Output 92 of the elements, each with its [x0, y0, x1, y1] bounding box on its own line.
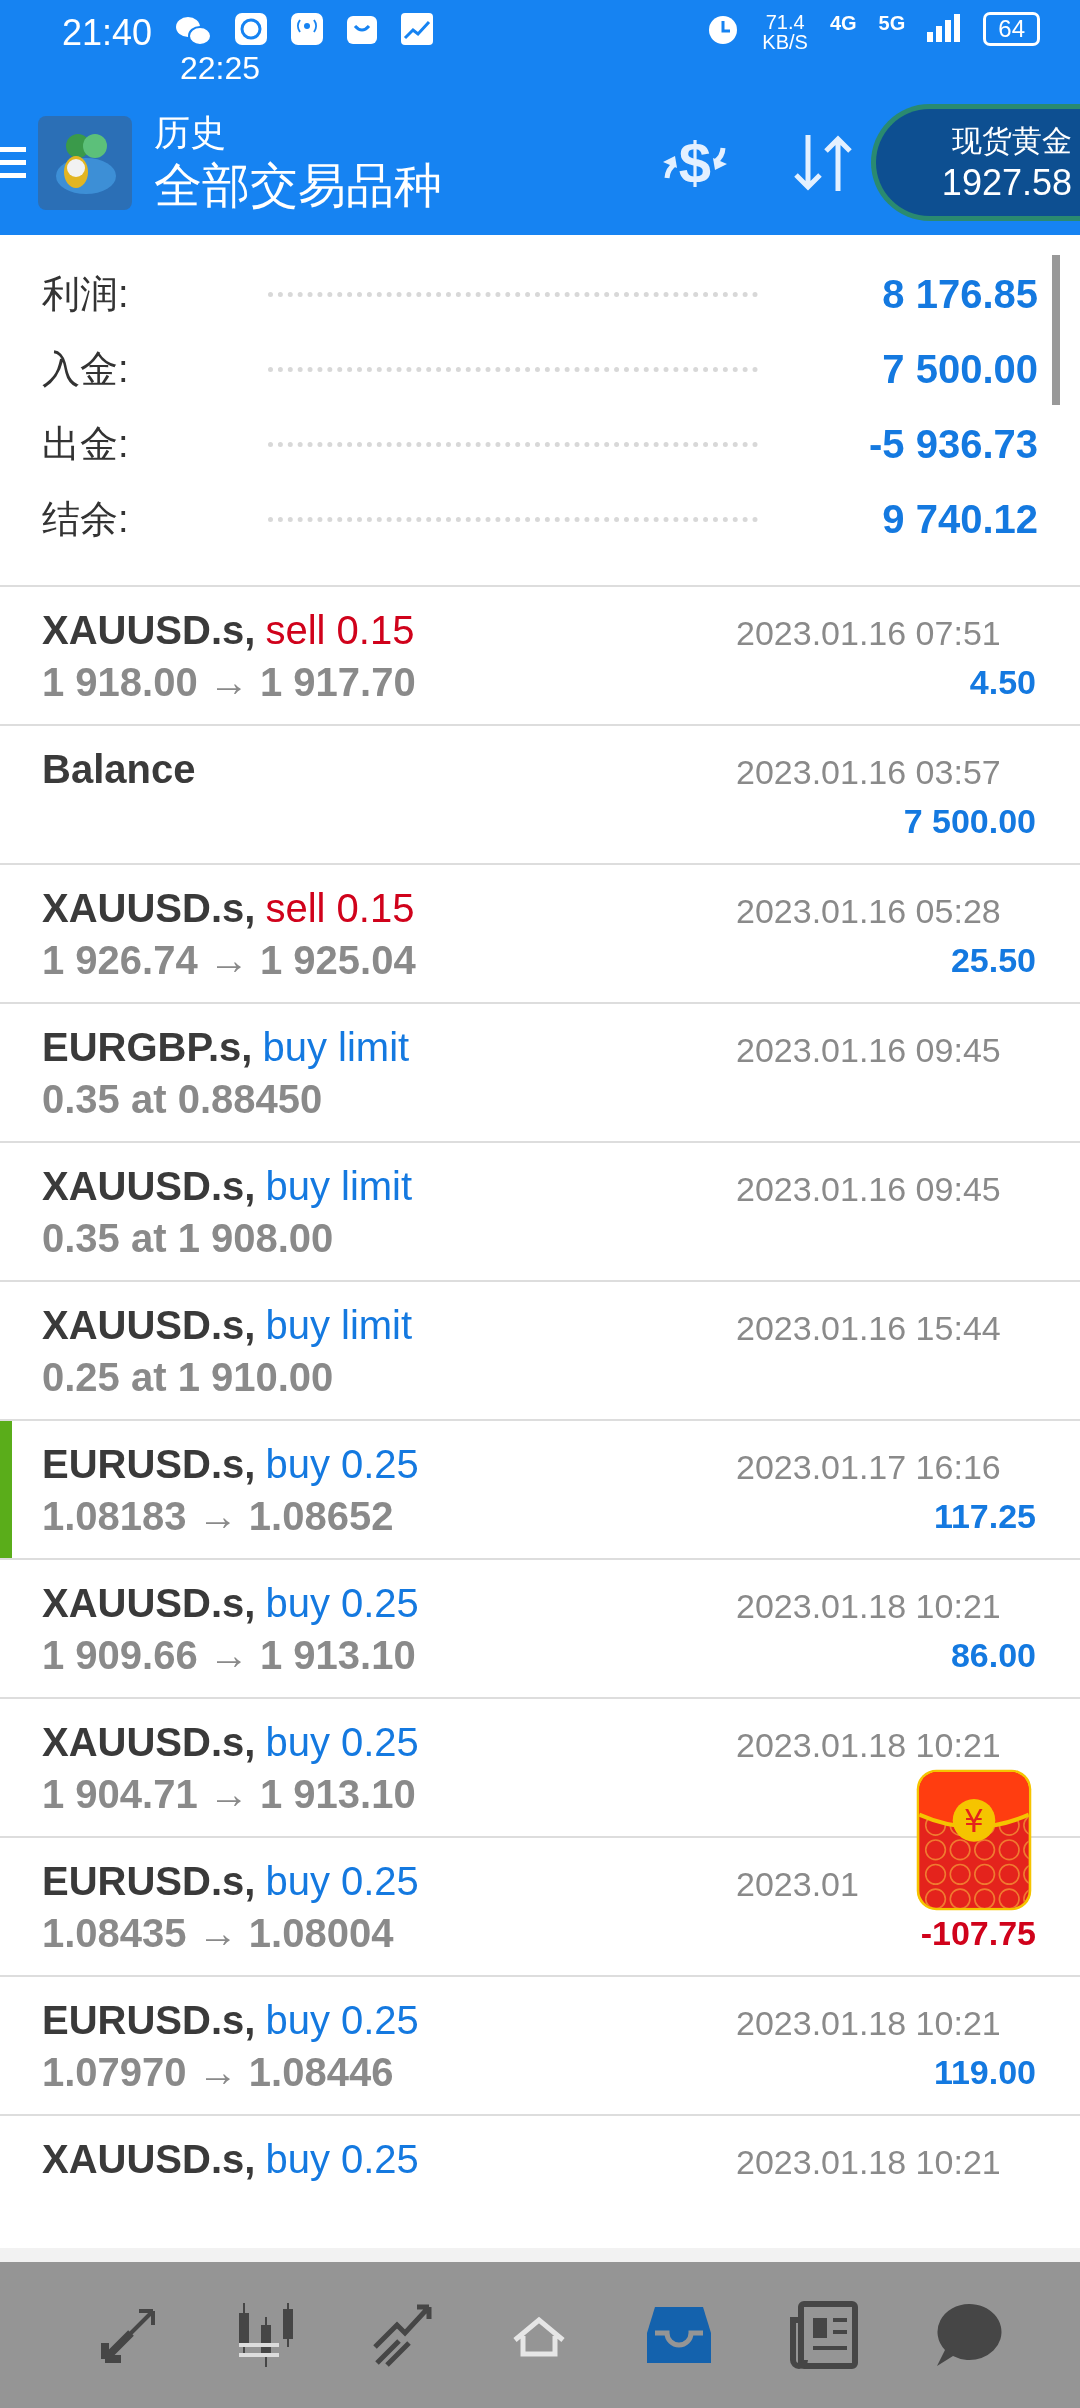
deal-profit: 119.00	[933, 2051, 1036, 2092]
deal-type: buy limit	[265, 1302, 413, 1347]
app-icon	[234, 12, 269, 46]
deal-symbol: EURUSD.s,	[42, 1858, 256, 1903]
deal-symbol: Balance	[42, 746, 196, 791]
newspaper-icon	[789, 2300, 859, 2370]
summary-value: 9 740.12	[881, 497, 1038, 542]
deal-profit: 7 500.00	[903, 800, 1036, 841]
deal-profit: 4.50	[969, 661, 1036, 702]
deal-symbol: XAUUSD.s,	[42, 1163, 256, 1208]
sort-arrows-icon	[793, 132, 853, 193]
deal-symbol: XAUUSD.s,	[42, 1580, 256, 1625]
deal-symbol: XAUUSD.s,	[42, 1719, 256, 1764]
deal-time: 2023.01.16 03:57	[736, 751, 1001, 793]
screen-title: 历史	[154, 110, 227, 155]
deal-type: buy 0.25	[265, 1441, 419, 1486]
deal-row[interactable]: XAUUSD.s, buy 0.25 1 909.66 → 1 913.10 2023.01.18 10:21 86.00	[0, 1560, 1080, 1699]
deal-type: buy 0.25	[265, 2136, 419, 2181]
deal-time: 2023.01.18 10:21	[736, 2141, 1001, 2183]
menu-icon	[0, 147, 26, 178]
deal-time: 2023.01.18 10:21	[736, 1585, 1001, 1627]
summary-value: 8 176.85	[881, 272, 1038, 317]
network-type: 5G	[878, 12, 906, 35]
deal-symbol: XAUUSD.s,	[42, 885, 256, 930]
network-type: 4G	[829, 12, 857, 35]
summary-label: 入金:	[42, 347, 130, 392]
deal-profit: 25.50	[950, 939, 1036, 980]
summary-label: 结余:	[42, 497, 130, 542]
scrollbar[interactable]	[1052, 255, 1060, 405]
deal-row[interactable]: EURGBP.s, buy limit 0.35 at 0.88450 2023.01.16 09:45	[0, 1004, 1080, 1143]
deal-prices: 1 926.74 → 1 925.04	[42, 936, 416, 983]
deal-symbol: EURGBP.s,	[42, 1024, 253, 1069]
deal-type: sell 0.15	[265, 885, 415, 930]
deal-time: 2023.01.16 09:45	[736, 1168, 1001, 1210]
deal-prices: 1.08183 → 1.08652	[42, 1492, 395, 1539]
deal-row[interactable]: EURUSD.s, buy 0.25 1.07970 → 1.08446 2023.01.18 10:21 119.00	[0, 1977, 1080, 2116]
network-speed: 71.4	[765, 12, 805, 32]
signal-icon	[927, 12, 962, 44]
deal-prices: 1 904.71 → 1 913.10	[42, 1770, 417, 1817]
deal-time: 2023.01.17 16:16	[736, 1446, 1001, 1488]
chart-app-icon	[400, 12, 435, 46]
deal-type: buy limit	[262, 1024, 410, 1069]
deal-type: buy limit	[265, 1163, 413, 1208]
nav-tab[interactable]	[371, 2303, 435, 2367]
symbol-filter[interactable]: 全部交易品种	[154, 155, 657, 216]
deal-time: 2023.01.18 10:21	[736, 1724, 1001, 1766]
deal-type: buy 0.25	[265, 1580, 419, 1625]
deal-time: 2023.01.16 07:51	[736, 612, 1001, 654]
deal-time: 2023.01.16 05:28	[736, 890, 1001, 932]
signal-app-icon	[290, 12, 325, 46]
deal-profit: -107.75	[920, 1912, 1036, 1953]
clock-time: 22:25	[180, 50, 261, 86]
deal-time: 2023.01.18 10:21	[736, 2002, 1001, 2044]
deal-prices: 0.35 at 1 908.00	[42, 1214, 335, 1261]
deal-type: sell 0.15	[265, 607, 415, 652]
battery-level: 64	[983, 12, 1040, 46]
trend-line-icon	[371, 2303, 435, 2367]
deal-row[interactable]: XAUUSD.s, buy limit 0.35 at 1 908.00 2023.01.16 09:45	[0, 1143, 1080, 1282]
deal-time: 2023.01	[736, 1863, 859, 1905]
deal-prices: 1.07970 → 1.08446	[42, 2048, 395, 2095]
deal-row[interactable]: XAUUSD.s, sell 0.15 1 918.00 → 1 917.70 2023.01.16 07:51 4.50	[0, 587, 1080, 726]
deal-type: buy 0.25	[265, 1858, 419, 1903]
deal-profit: 86.00	[950, 1634, 1036, 1675]
summary-value: -5 936.73	[867, 422, 1038, 467]
deal-row[interactable]: Balance 2023.01.16 03:57 7 500.00	[0, 726, 1080, 865]
speed-unit: KB/S	[762, 32, 808, 52]
sort-button[interactable]	[793, 132, 853, 193]
deal-row[interactable]: XAUUSD.s, sell 0.15 1 926.74 → 1 925.04 2023.01.16 05:28 25.50	[0, 865, 1080, 1004]
summary-label: 利润:	[42, 272, 130, 317]
deal-time: 2023.01.16 15:44	[736, 1307, 1001, 1349]
deal-time: 2023.01.16 09:45	[736, 1029, 1001, 1071]
deal-symbol: EURUSD.s,	[42, 1997, 256, 2042]
deal-prices: 0.35 at 0.88450	[42, 1075, 324, 1122]
deal-profit: 117.25	[933, 1495, 1036, 1536]
deal-symbol: EURUSD.s,	[42, 1441, 256, 1486]
summary-label: 出金:	[42, 422, 130, 467]
clock-time: 21:40	[62, 12, 153, 54]
deal-type: buy 0.25	[265, 1997, 419, 2042]
deal-symbol: XAUUSD.s,	[42, 2136, 256, 2181]
summary-value: 7 500.00	[881, 347, 1038, 392]
deal-prices: 0.25 at 1 910.00	[42, 1353, 335, 1400]
deal-symbol: XAUUSD.s,	[42, 1302, 256, 1347]
deal-type: buy 0.25	[265, 1719, 419, 1764]
app-logo-icon	[38, 115, 132, 210]
deal-prices: 1 909.66 → 1 913.10	[42, 1631, 417, 1678]
deal-symbol: XAUUSD.s,	[42, 607, 256, 652]
deal-row[interactable]: XAUUSD.s, buy limit 0.25 at 1 910.00 2023.01.16 15:44	[0, 1282, 1080, 1421]
deal-row[interactable]: EURUSD.s, buy 0.25 1.08183 → 1.08652 2023.01.17 16:16 117.25	[0, 1421, 1080, 1560]
nav-tab[interactable]	[789, 2300, 859, 2370]
price-ticker[interactable]: 现货黄金 1927.58	[871, 104, 1080, 221]
deal-prices: 1 918.00 → 1 917.70	[42, 658, 416, 705]
deal-prices: 1.08435 → 1.08004	[42, 1909, 395, 1956]
